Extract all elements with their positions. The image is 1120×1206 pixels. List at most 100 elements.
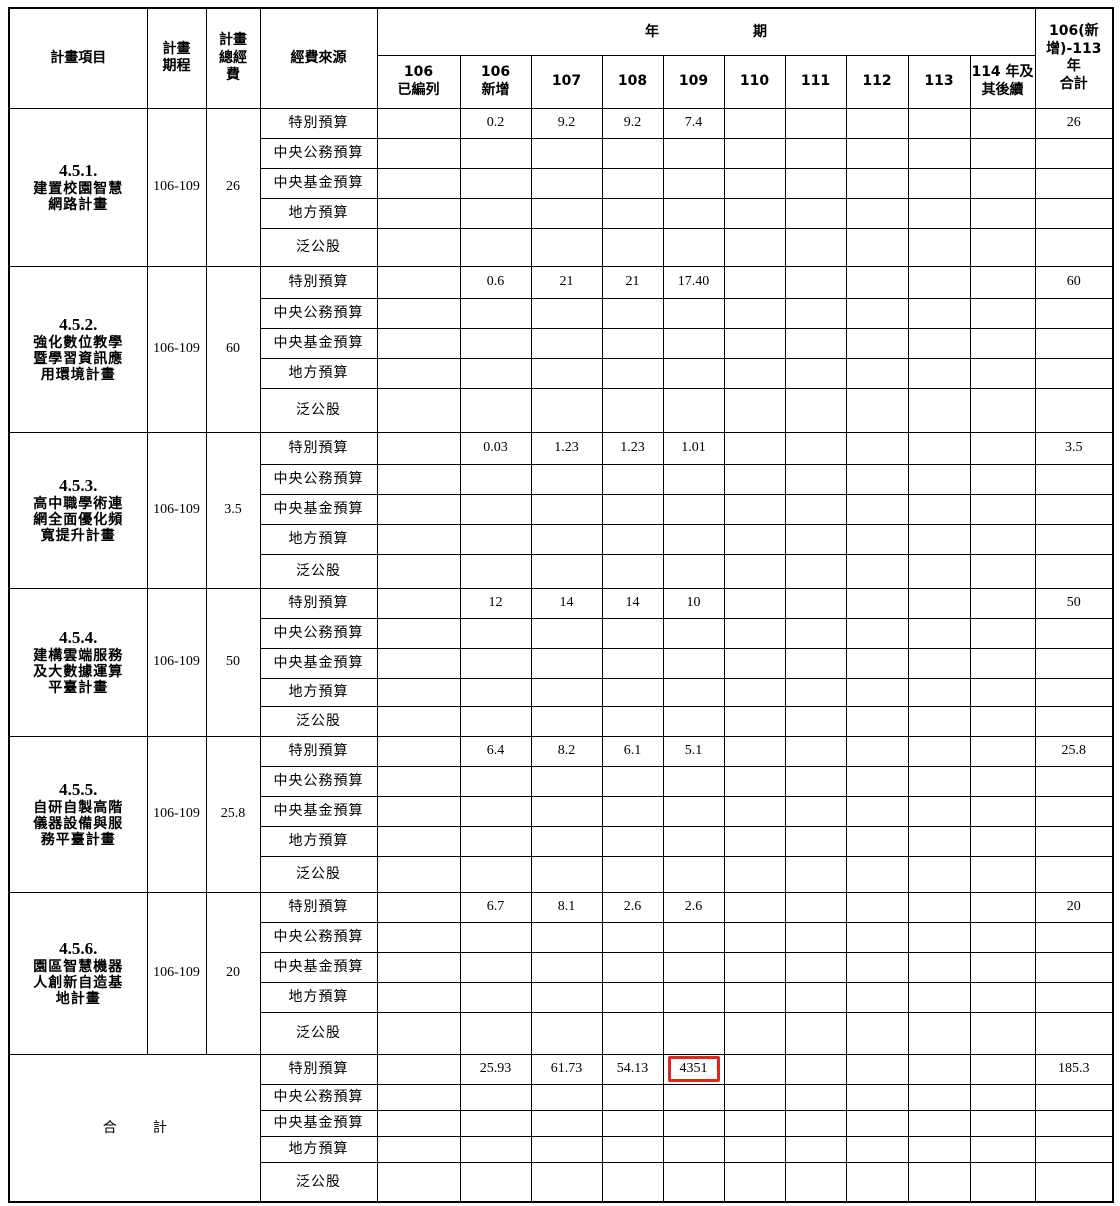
header-item: 計畫項目 (8, 7, 148, 109)
grand-total-value-y106-existing (376, 1135, 461, 1163)
plan-title-line: 網全面優化頻 (33, 511, 124, 528)
plan-total: 50 (205, 587, 261, 737)
plan-name: 4.5.1. 建置校園智慧 網路計畫 (8, 107, 148, 267)
plan-1-value-sum (1034, 167, 1114, 199)
header-112: 112 (845, 54, 909, 109)
header-total-text: 計畫總經費 (219, 32, 247, 83)
plan-6-value-y111 (784, 951, 847, 983)
plan-2-value-y109 (662, 357, 725, 389)
plan-6-value-y111 (784, 921, 847, 953)
grand-total-value-sum: 185.3 (1034, 1053, 1114, 1085)
plan-period: 106-109 (146, 431, 207, 589)
plan-4-value-y113 (907, 617, 971, 649)
plan-title-line: 寬提升計畫 (40, 527, 116, 544)
plan-5-value-y106-existing (376, 855, 461, 893)
plan-1-value-y108: 9.2 (601, 107, 664, 139)
plan-5-value-y106-new (459, 825, 532, 857)
plan-3-value-sum: 3.5 (1034, 431, 1114, 465)
header-110: 110 (723, 54, 786, 109)
plan-title-line: 地計畫 (55, 990, 101, 1007)
grand-total-value-y111 (784, 1161, 847, 1203)
funding-source: 地方預算 (259, 357, 378, 389)
plan-4-value-y110 (723, 617, 786, 649)
plan-3-value-y112 (845, 431, 909, 465)
plan-4-value-y111 (784, 587, 847, 619)
grand-total-value-y111 (784, 1135, 847, 1163)
plan-4-value-y113 (907, 677, 971, 707)
plan-3-value-y111 (784, 431, 847, 465)
plan-code: 4.5.1. (59, 161, 98, 181)
plan-3-value-y114 (969, 553, 1036, 589)
funding-source: 泛公股 (259, 1161, 378, 1203)
plan-3-value-y106-new: 0.03 (459, 431, 532, 465)
grand-total-value-y106-new (459, 1109, 532, 1137)
plan-3-value-y107 (530, 493, 603, 525)
plan-5-value-y113 (907, 795, 971, 827)
plan-2-value-y111 (784, 357, 847, 389)
plan-2-value-y112 (845, 327, 909, 359)
budget-table: 計畫項目 計畫期程 計畫總經費 經費來源 年 期 106(新 增)-113 年 … (8, 7, 1115, 1203)
grand-total-value-y106-new (459, 1135, 532, 1163)
plan-1-value-y113 (907, 227, 971, 267)
plan-3-value-y110 (723, 553, 786, 589)
plan-2-value-y106-new (459, 297, 532, 329)
grand-total-value-sum (1034, 1135, 1114, 1163)
plan-2-value-y114 (969, 327, 1036, 359)
plan-title-line: 儀器設備與服 (33, 815, 124, 832)
plan-4-value-y114 (969, 587, 1036, 619)
plan-4-value-y107: 14 (530, 587, 603, 619)
plan-1-value-y113 (907, 137, 971, 169)
grand-total-value-y110 (723, 1053, 786, 1085)
funding-source: 地方預算 (259, 197, 378, 229)
plan-6-value-y114 (969, 891, 1036, 923)
plan-3-value-sum (1034, 463, 1114, 495)
plan-title-line: 網路計畫 (48, 196, 109, 213)
grand-total-value-y107: 61.73 (530, 1053, 603, 1085)
plan-6-value-y107 (530, 921, 603, 953)
plan-5-value-y112 (845, 735, 909, 767)
plan-1-value-y110 (723, 107, 786, 139)
plan-5-value-y111 (784, 825, 847, 857)
plan-1-value-sum: 26 (1034, 107, 1114, 139)
plan-title-line: 及大數據運算 (33, 663, 124, 680)
plan-1-value-y113 (907, 197, 971, 229)
plan-1-value-y109: 7.4 (662, 107, 725, 139)
plan-4-value-y112 (845, 647, 909, 679)
plan-1-value-y106-new (459, 137, 532, 169)
table-row: 4.5.2. 強化數位教學 暨學習資訊應 用環境計畫 106-109 60 特別預算 0.6 2… (8, 265, 1114, 433)
header-source: 經費來源 (259, 7, 378, 109)
plan-4-value-y111 (784, 617, 847, 649)
plan-6-value-y106-existing (376, 891, 461, 923)
plan-2-value-y111 (784, 327, 847, 359)
plan-3-value-y113 (907, 553, 971, 589)
grand-total-value-y106-new (459, 1161, 532, 1203)
plan-1-value-y107 (530, 167, 603, 199)
plan-name: 4.5.3. 高中職學術連 網全面優化頻 寬提升計畫 (8, 431, 148, 589)
grand-total-value-y108 (601, 1161, 664, 1203)
plan-6-value-y110 (723, 951, 786, 983)
plan-3-value-y106-existing (376, 463, 461, 495)
plan-5-value-y109 (662, 765, 725, 797)
grand-total-value-y111 (784, 1083, 847, 1111)
plan-2-value-y110 (723, 297, 786, 329)
plan-4-value-sum: 50 (1034, 587, 1114, 619)
header-sum-line-3: 年 (1066, 58, 1081, 75)
funding-source: 中央公務預算 (259, 765, 378, 797)
plan-1-value-y108 (601, 227, 664, 267)
header-108: 108 (601, 54, 664, 109)
plan-4-value-y113 (907, 647, 971, 679)
plan-4-value-y106-existing (376, 647, 461, 679)
funding-source: 地方預算 (259, 981, 378, 1013)
plan-5-value-y106-new (459, 795, 532, 827)
plan-5-value-y106-existing (376, 735, 461, 767)
plan-5-value-y106-new (459, 855, 532, 893)
plan-5-value-y114 (969, 735, 1036, 767)
funding-source: 特別預算 (259, 735, 378, 767)
plan-5-value-y114 (969, 765, 1036, 797)
plan-5-value-y113 (907, 735, 971, 767)
plan-2-value-y113 (907, 327, 971, 359)
plan-5-value-y108 (601, 765, 664, 797)
plan-1-value-y112 (845, 167, 909, 199)
plan-3-value-y113 (907, 463, 971, 495)
plan-5-value-y114 (969, 825, 1036, 857)
